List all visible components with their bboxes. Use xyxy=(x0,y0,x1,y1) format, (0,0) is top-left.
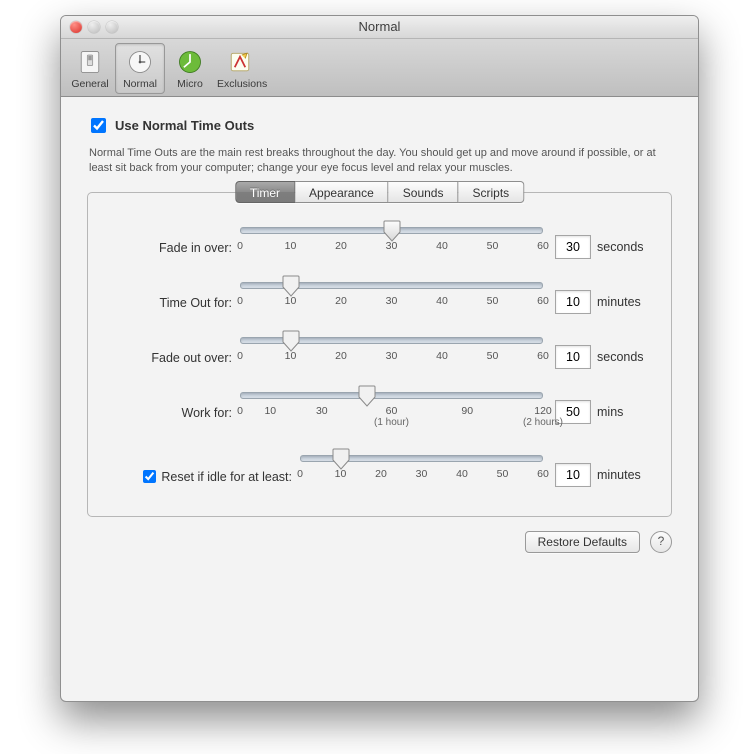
fade-in-slider[interactable]: 0102030405060 xyxy=(240,227,549,268)
footer: Restore Defaults ? xyxy=(87,531,672,553)
fade-in-label: Fade in over: xyxy=(102,239,240,255)
idle-checkbox[interactable] xyxy=(143,470,156,483)
tab-appearance[interactable]: Appearance xyxy=(295,181,389,203)
idle-value[interactable] xyxy=(555,463,591,487)
toolbar-label: Exclusions xyxy=(217,78,267,90)
checkbox-label: Use Normal Time Outs xyxy=(115,118,254,133)
time-out-label: Time Out for: xyxy=(102,294,240,310)
work-for-unit: mins xyxy=(597,405,649,419)
time-out-value[interactable] xyxy=(555,290,591,314)
checkbox-input[interactable] xyxy=(91,118,106,133)
content-area: Use Normal Time Outs Normal Time Outs ar… xyxy=(61,97,698,569)
switch-icon xyxy=(75,47,105,77)
settings-group: Timer Appearance Sounds Scripts Fade in … xyxy=(87,192,672,517)
time-out-row: Time Out for: 0102030405060 minutes xyxy=(102,282,649,323)
idle-slider[interactable]: 0102030405060 xyxy=(300,455,549,496)
toolbar-item-exclusions[interactable]: Exclusions xyxy=(215,43,265,94)
window-title: Normal xyxy=(359,19,401,34)
close-button[interactable] xyxy=(70,21,82,33)
fade-in-unit: seconds xyxy=(597,240,649,254)
use-normal-timeouts-checkbox[interactable]: Use Normal Time Outs xyxy=(87,115,672,136)
fade-out-label: Fade out over: xyxy=(102,349,240,365)
time-out-unit: minutes xyxy=(597,295,649,309)
tab-sounds[interactable]: Sounds xyxy=(389,181,459,203)
fade-in-value[interactable] xyxy=(555,235,591,259)
toolbar-item-normal[interactable]: Normal xyxy=(115,43,165,94)
work-for-slider[interactable]: 0 10 30 60(1 hour) 90 120(2 hours) xyxy=(240,392,549,433)
idle-label: Reset if idle for at least: xyxy=(161,470,292,484)
tab-timer[interactable]: Timer xyxy=(235,181,295,203)
exclusions-icon xyxy=(225,47,255,77)
clock-icon xyxy=(125,47,155,77)
minimize-button[interactable] xyxy=(88,21,100,33)
toolbar-label: Micro xyxy=(177,78,203,90)
help-button[interactable]: ? xyxy=(650,531,672,553)
micro-icon xyxy=(175,47,205,77)
toolbar-label: General xyxy=(71,78,108,90)
idle-label-wrap: Reset if idle for at least: xyxy=(102,465,300,486)
fade-out-unit: seconds xyxy=(597,350,649,364)
work-for-row: Work for: 0 10 30 60(1 hour) 90 120(2 ho… xyxy=(102,392,649,433)
titlebar: Normal xyxy=(61,16,698,39)
work-for-label: Work for: xyxy=(102,404,240,420)
time-out-slider[interactable]: 0102030405060 xyxy=(240,282,549,323)
toolbar-label: Normal xyxy=(123,78,157,90)
toolbar-item-micro[interactable]: Micro xyxy=(165,43,215,94)
zoom-button[interactable] xyxy=(106,21,118,33)
fade-out-slider[interactable]: 0102030405060 xyxy=(240,337,549,378)
idle-row: Reset if idle for at least: 010203040506… xyxy=(102,455,649,496)
fade-in-row: Fade in over: 0102030405060 seconds xyxy=(102,227,649,268)
tab-segmented-control: Timer Appearance Sounds Scripts xyxy=(235,181,524,203)
tab-scripts[interactable]: Scripts xyxy=(458,181,524,203)
restore-defaults-button[interactable]: Restore Defaults xyxy=(525,531,640,553)
preferences-window: Normal General Normal Micro xyxy=(60,15,699,702)
toolbar-item-general[interactable]: General xyxy=(65,43,115,94)
idle-unit: minutes xyxy=(597,468,649,482)
toolbar: General Normal Micro Exclusions xyxy=(61,39,698,97)
fade-out-value[interactable] xyxy=(555,345,591,369)
description-text: Normal Time Outs are the main rest break… xyxy=(89,146,670,176)
fade-out-row: Fade out over: 0102030405060 seconds xyxy=(102,337,649,378)
